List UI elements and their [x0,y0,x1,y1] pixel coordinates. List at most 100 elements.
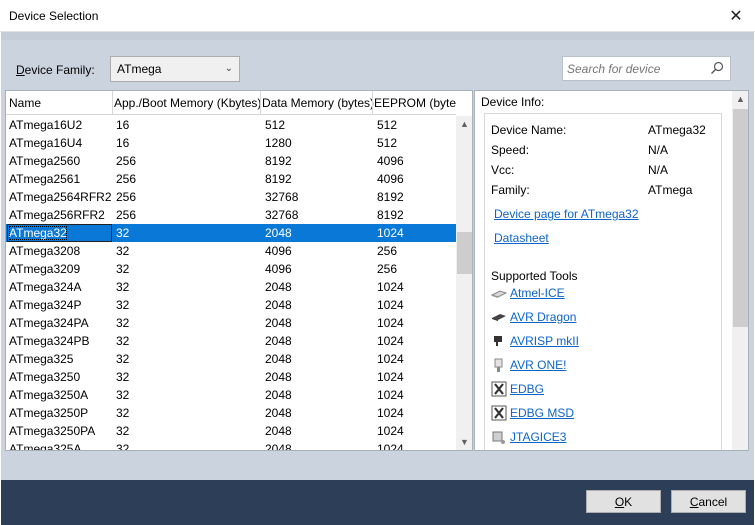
scroll-up-icon[interactable]: ▲ [456,116,472,133]
tool-item-edbg-msd[interactable]: EDBG MSD [491,404,574,422]
search-input[interactable] [567,62,707,76]
app-memory-cell: 16 [116,136,130,150]
device-name-cell: ATmega2564RFR2 [9,190,112,204]
data-memory-cell: 2048 [265,334,292,348]
data-memory-cell: 8192 [265,172,292,186]
ok-button[interactable]: OK [586,490,661,513]
tool-link[interactable]: AVR Dragon [510,310,576,324]
tool-link[interactable]: AVRISP mkII [510,334,579,348]
device-table: Name App./Boot Memory (Kbytes) Data Memo… [5,90,473,451]
table-row[interactable]: ATmega324P 32 2048 1024 [6,296,456,314]
eeprom-cell: 4096 [377,172,404,186]
device-family-value: ATmega [117,62,162,76]
app-memory-cell: 32 [116,370,130,384]
device-info-panel: Device Info: Device Name: ATmega32 Speed… [474,90,749,451]
table-row[interactable]: ATmega324PA 32 2048 1024 [6,314,456,332]
table-row[interactable]: ATmega16U4 16 1280 512 [6,134,456,152]
device-name-cell: ATmega324PA [9,316,89,330]
app-memory-cell: 32 [116,442,130,451]
table-row[interactable]: ATmega324PB 32 2048 1024 [6,332,456,350]
column-header-data-memory[interactable]: Data Memory (bytes) [262,96,374,110]
edbg-icon [491,381,507,397]
device-name-cell: ATmega2560 [9,154,81,168]
eeprom-cell: 1024 [377,226,404,240]
table-row[interactable]: ATmega3250P 32 2048 1024 [6,404,456,422]
data-memory-cell: 2048 [265,316,292,330]
eeprom-cell: 1024 [377,298,404,312]
speed-label: Speed: [491,143,530,157]
tool-link[interactable]: AVR ONE! [510,358,566,372]
data-memory-cell: 2048 [265,298,292,312]
close-button[interactable]: ✕ [718,4,754,28]
table-row[interactable]: ATmega3209 32 4096 256 [6,260,456,278]
tool-link[interactable]: EDBG [510,382,544,396]
device-info-box: Device Name: ATmega32 Speed: N/A Vcc: N/… [484,113,722,450]
tool-link[interactable]: EDBG MSD [510,406,574,420]
tool-item-edbg[interactable]: EDBG [491,380,544,398]
info-scrollbar[interactable]: ▲ [732,91,748,450]
column-header-name[interactable]: Name [9,96,41,110]
table-row[interactable]: ATmega3250PA 32 2048 1024 [6,422,456,440]
column-divider[interactable] [260,91,261,115]
column-header-app-memory[interactable]: App./Boot Memory (Kbytes) [114,96,264,110]
table-row[interactable]: ATmega16U2 16 512 512 [6,116,456,134]
tool-item-avrisp[interactable]: AVRISP mkII [491,332,579,350]
column-divider[interactable] [112,91,113,115]
device-name-cell: ATmega16U2 [9,118,83,132]
scrollbar-thumb[interactable] [457,232,472,274]
table-row[interactable]: ATmega324A 32 2048 1024 [6,278,456,296]
atmel-ice-icon [491,290,507,298]
table-row[interactable]: ATmega325 32 2048 1024 [6,350,456,368]
tool-link[interactable]: Atmel-ICE [510,286,565,300]
table-row[interactable]: ATmega2561 256 8192 4096 [6,170,456,188]
device-page-link[interactable]: Device page for ATmega32 [494,207,639,221]
data-memory-cell: 32768 [265,190,299,204]
app-memory-cell: 32 [116,226,130,240]
data-memory-cell: 512 [265,118,286,132]
scroll-down-icon[interactable]: ▼ [456,434,472,450]
eeprom-cell: 8192 [377,208,404,222]
tool-item-jtagice3[interactable]: JTAGICE3 [491,428,566,446]
data-memory-cell: 2048 [265,280,292,294]
device-info-title: Device Info: [481,95,545,109]
column-header-eeprom[interactable]: EEPROM (bytes [374,96,456,110]
device-name-cell: ATmega3209 [9,262,81,276]
table-row[interactable]: ATmega2564RFR2 256 32768 8192 [6,188,456,206]
family-label-mnemonic: D [16,63,25,77]
tool-item-avr-one[interactable]: AVR ONE! [491,356,566,374]
scrollbar-thumb[interactable] [733,109,748,327]
app-memory-cell: 32 [116,406,130,420]
eeprom-cell: 1024 [377,280,404,294]
datasheet-link[interactable]: Datasheet [494,231,549,245]
table-row[interactable]: ATmega2560 256 8192 4096 [6,152,456,170]
eeprom-cell: 1024 [377,442,404,451]
device-name-cell: ATmega324PB [9,334,90,348]
search-box[interactable] [562,56,731,81]
data-memory-cell: 4096 [265,244,292,258]
table-row[interactable]: ATmega3208 32 4096 256 [6,242,456,260]
eeprom-cell: 1024 [377,388,404,402]
table-row[interactable]: ATmega3250A 32 2048 1024 [6,386,456,404]
device-name-cell: ATmega3208 [9,244,81,258]
device-name-cell: ATmega3250A [9,388,89,402]
ok-label: K [624,494,633,509]
tool-item-atmel-ice[interactable]: Atmel-ICE [491,284,565,302]
table-row[interactable]: ATmega325A 32 2048 1024 [6,440,456,451]
window-title: Device Selection [9,9,99,23]
scroll-up-icon[interactable]: ▲ [732,91,748,108]
device-name-cell: ATmega2561 [9,172,81,186]
cancel-button[interactable]: Cancel [671,490,746,513]
jtagice3-icon [492,431,505,444]
search-icon[interactable] [710,61,724,75]
table-row[interactable]: ATmega3250 32 2048 1024 [6,368,456,386]
table-row[interactable]: ATmega256RFR2 256 32768 8192 [6,206,456,224]
column-divider[interactable] [372,91,373,115]
table-scrollbar[interactable]: ▲ ▼ [456,116,472,450]
app-memory-cell: 256 [116,190,137,204]
table-row-selected[interactable]: ATmega32 32 2048 1024 [6,224,456,242]
eeprom-cell: 8192 [377,190,404,204]
tool-item-avr-dragon[interactable]: AVR Dragon [491,308,576,326]
data-memory-cell: 2048 [265,442,292,451]
tool-link[interactable]: JTAGICE3 [510,430,566,444]
device-family-dropdown[interactable]: ATmega ⌄ [110,56,240,82]
